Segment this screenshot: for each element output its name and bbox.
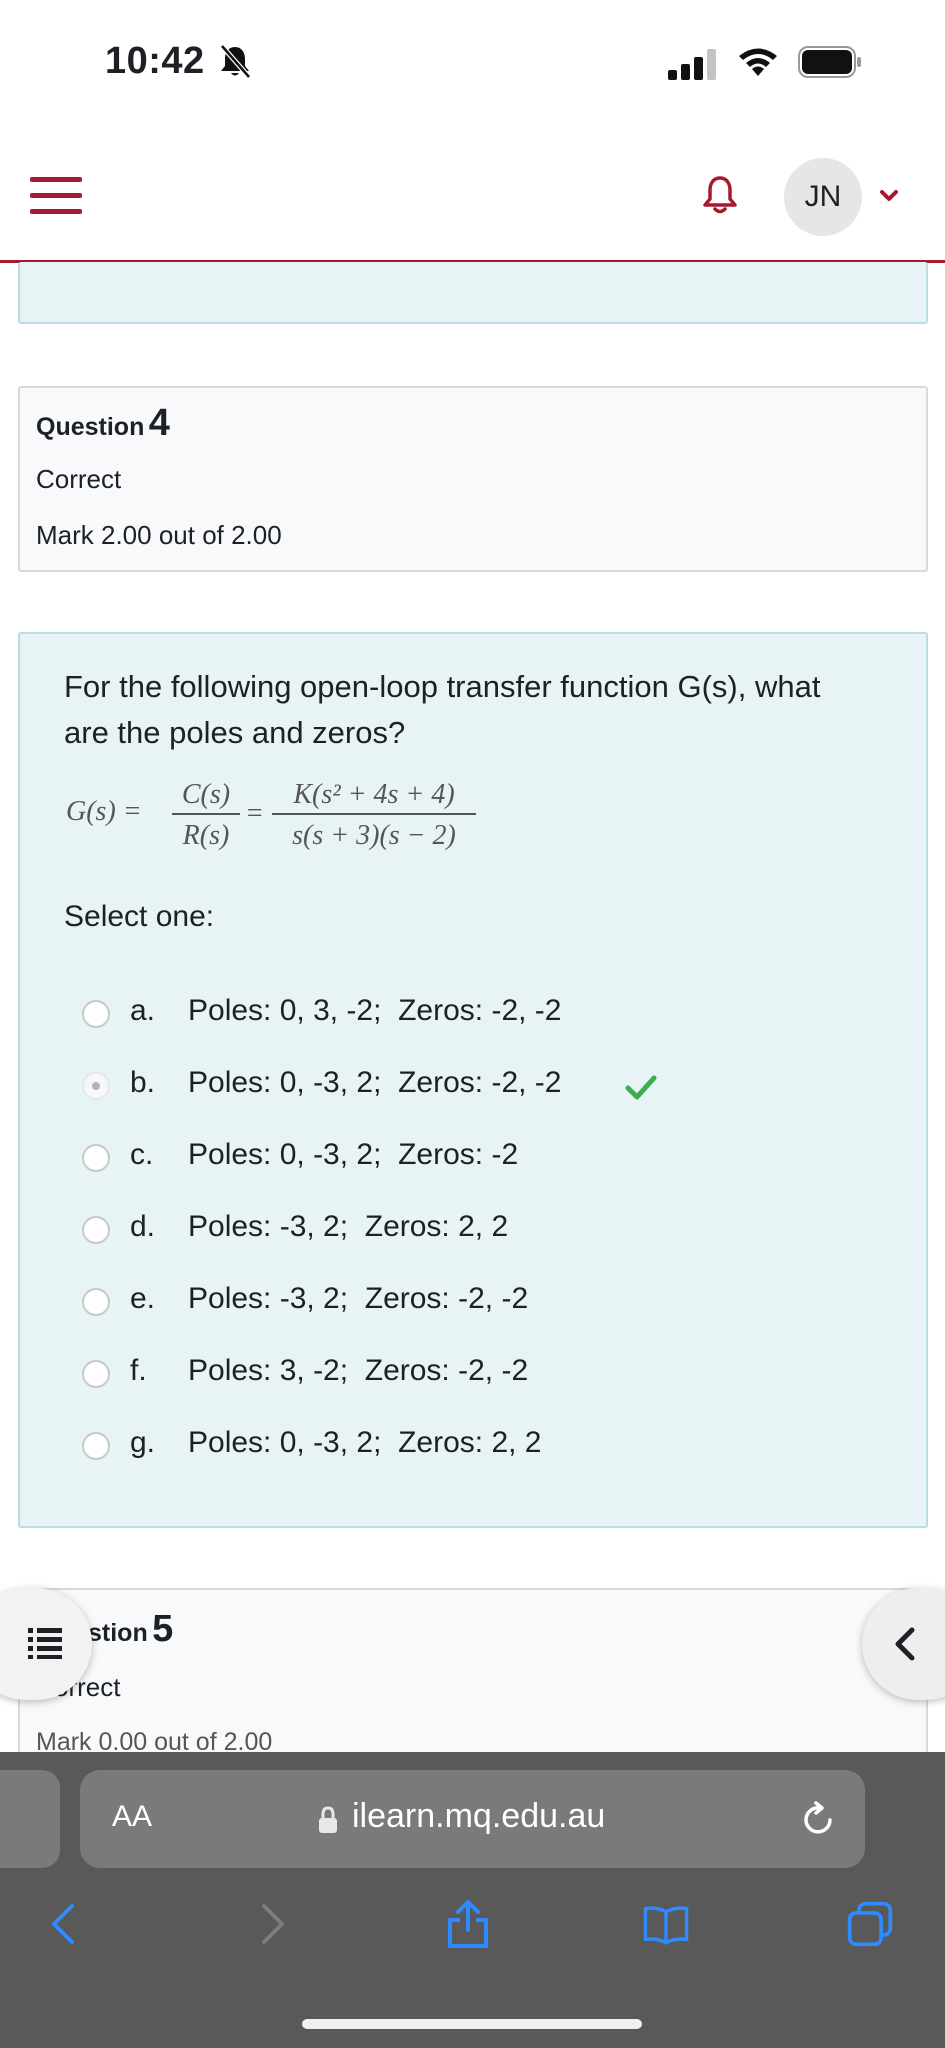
question-state: Correct	[36, 464, 122, 494]
answer-option[interactable]: a. Poles: 0, 3, -2; Zeros: -2, -2	[82, 990, 702, 1042]
radio-button[interactable]	[82, 1216, 110, 1244]
question-heading: Question 4	[36, 402, 170, 445]
question-word-5: stion	[88, 1619, 148, 1647]
option-text: Poles: 0, -3, 2; Zeros: 2, 2	[188, 1426, 542, 1459]
tabs-icon[interactable]	[846, 1898, 894, 1950]
option-text: Poles: -3, 2; Zeros: 2, 2	[188, 1210, 509, 1243]
lock-icon	[319, 1806, 337, 1833]
question-heading-5: stion 5	[88, 1608, 173, 1651]
battery-icon	[798, 46, 861, 78]
question-number: 4	[148, 402, 170, 444]
option-letter: g.	[130, 1426, 156, 1459]
radio-button[interactable]	[82, 1432, 110, 1460]
eq-num1: C(s)	[182, 779, 230, 810]
option-text: Poles: -3, 2; Zeros: -2, -2	[188, 1282, 529, 1315]
radio-button[interactable]	[82, 1000, 110, 1028]
option-letter: a.	[130, 994, 156, 1027]
previous-question-box	[18, 262, 928, 324]
option-letter: f.	[130, 1354, 147, 1387]
option-text: Poles: 0, 3, -2; Zeros: -2, -2	[188, 994, 562, 1027]
question-word: Question	[36, 413, 145, 441]
radio-button[interactable]	[82, 1288, 110, 1316]
select-one-prompt: Select one:	[64, 900, 215, 933]
answer-option[interactable]: e. Poles: -3, 2; Zeros: -2, -2	[82, 1278, 702, 1330]
option-text: Poles: 3, -2; Zeros: -2, -2	[188, 1354, 529, 1387]
option-text: Poles: 0, -3, 2; Zeros: -2	[188, 1138, 519, 1171]
bell-slash-icon	[220, 44, 251, 79]
bell-icon[interactable]	[700, 174, 740, 216]
url-text[interactable]: ilearn.mq.edu.au	[352, 1797, 605, 1836]
reader-settings-button[interactable]: AA	[112, 1800, 152, 1834]
answer-option[interactable]: d. Poles: -3, 2; Zeros: 2, 2	[82, 1206, 702, 1258]
status-time: 10:42	[105, 40, 205, 82]
eq-den1: R(s)	[182, 820, 230, 851]
forward-icon[interactable]	[248, 1898, 296, 1950]
transfer-function-equation: G(s) = C(s) R(s) = K(s² + 4s + 4) s(s + …	[66, 779, 476, 851]
radio-button[interactable]	[82, 1072, 110, 1100]
share-icon[interactable]	[444, 1898, 492, 1950]
chevron-down-icon[interactable]	[878, 184, 900, 206]
chevron-left-icon[interactable]	[890, 1626, 920, 1662]
list-icon[interactable]	[28, 1626, 62, 1660]
eq-equals2: =	[245, 798, 264, 829]
eq-den2: s(s + 3)(s − 2)	[292, 820, 456, 851]
home-indicator	[302, 2019, 642, 2029]
answer-option[interactable]: b. Poles: 0, -3, 2; Zeros: -2, -2	[82, 1062, 702, 1114]
avatar[interactable]: JN	[784, 158, 862, 236]
answer-option[interactable]: c. Poles: 0, -3, 2; Zeros: -2	[82, 1134, 702, 1186]
eq-num2: K(s² + 4s + 4)	[292, 779, 454, 810]
previous-tab-preview[interactable]	[0, 1770, 60, 1868]
option-letter: c.	[130, 1138, 154, 1171]
check-icon	[625, 1075, 657, 1100]
option-letter: b.	[130, 1066, 156, 1099]
radio-button[interactable]	[82, 1360, 110, 1388]
bookmarks-icon[interactable]	[642, 1898, 690, 1950]
question-text: For the following open-loop transfer fun…	[64, 669, 821, 750]
question-grade: Mark 2.00 out of 2.00	[36, 520, 282, 550]
answer-option[interactable]: f. Poles: 3, -2; Zeros: -2, -2	[82, 1350, 702, 1402]
wifi-icon	[739, 48, 777, 76]
radio-button[interactable]	[82, 1144, 110, 1172]
signal-icon	[668, 49, 716, 80]
option-letter: d.	[130, 1210, 156, 1243]
option-text: Poles: 0, -3, 2; Zeros: -2, -2	[188, 1066, 562, 1099]
reload-icon[interactable]	[800, 1800, 836, 1838]
eq-lhs: G(s) =	[66, 796, 142, 827]
answer-option[interactable]: g. Poles: 0, -3, 2; Zeros: 2, 2	[82, 1422, 702, 1474]
option-letter: e.	[130, 1282, 156, 1315]
question-number-5: 5	[152, 1608, 174, 1650]
hamburger-icon[interactable]	[30, 177, 82, 215]
back-icon[interactable]	[40, 1898, 88, 1950]
